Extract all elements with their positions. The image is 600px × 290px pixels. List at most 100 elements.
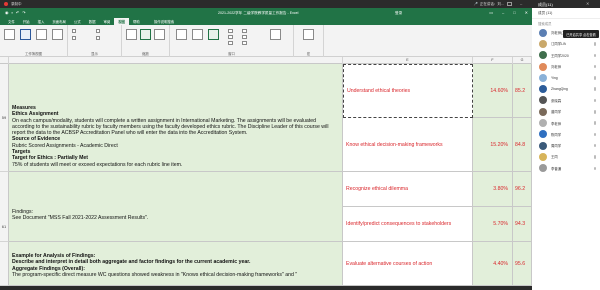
tab-insert[interactable]: 插入 [34,18,49,26]
tab-file[interactable]: 文件 [4,18,19,26]
cell-factor[interactable]: Identify/predict consequences to stakeho… [343,207,473,242]
undo-icon[interactable]: ↶ [16,10,19,15]
column-header-g[interactable]: G [513,57,532,64]
close-panel-icon[interactable]: ✕ [586,1,589,6]
zoom-icon[interactable] [126,29,137,40]
formula-bar-checkbox[interactable] [96,29,100,33]
member-item[interactable]: ZhangQing [532,83,600,94]
cell-findings[interactable]: Findings: See Document "MSS Fall 2021-20… [9,172,343,242]
avatar [539,119,547,128]
member-item[interactable]: Ying [532,72,600,83]
mic-icon [593,155,596,159]
grid-view-icon[interactable] [506,2,512,6]
cell-factor[interactable]: Know ethical decision-making frameworks [343,118,473,172]
split-icon[interactable] [228,29,233,33]
select-all-corner[interactable] [0,57,9,64]
member-item[interactable]: 周同学 [532,140,600,151]
cell-measures[interactable]: Measures Ethics Assignment On each campu… [9,64,343,172]
member-name: 王同学2020 [551,53,569,58]
member-item[interactable]: 陈同学 [532,129,600,140]
tab-formulas[interactable]: 公式 [70,18,85,26]
new-window-icon[interactable] [176,29,187,40]
arrange-all-icon[interactable] [192,29,203,40]
synchronous-scrolling-icon[interactable] [242,35,247,39]
custom-views-icon[interactable] [52,29,63,40]
member-item[interactable]: 李老师 [532,117,600,128]
gridlines-checkbox[interactable] [72,36,76,40]
member-item[interactable]: 王同 [532,151,600,162]
cell-percent-not-met[interactable]: 5.70% [473,207,513,242]
autosave-icon[interactable]: ◉ [5,10,9,15]
mic-icon [593,132,596,137]
member-item[interactable]: 江同学LIN [532,38,600,49]
member-item[interactable]: 李普通 [532,163,600,174]
tell-me-search[interactable]: 操作说明搜索 [150,18,178,26]
freeze-panes-icon[interactable] [208,29,219,40]
tab-data[interactable]: 数据 [85,18,100,26]
row-header-62[interactable] [0,242,9,286]
normal-view-icon[interactable] [4,29,15,40]
cell-percent-met[interactable]: 95.6 [513,242,532,286]
tab-home[interactable]: 开始 [19,18,34,26]
hide-icon[interactable] [228,35,233,39]
zoom-to-selection-icon[interactable] [154,29,165,40]
group-zoom: 缩放 [122,25,170,57]
ribbon-display-icon[interactable]: ▭ [489,10,493,15]
page-layout-view-icon[interactable] [36,29,47,40]
cell-percent-not-met[interactable]: 3.80% [473,172,513,207]
tab-page-layout[interactable]: 页面布局 [48,18,70,26]
cell-percent-not-met[interactable]: 14.60% [473,64,513,118]
macros-icon[interactable] [303,29,314,40]
reset-window-position-icon[interactable] [242,41,247,45]
column-header-f[interactable]: F [473,57,513,64]
switch-windows-icon[interactable] [270,29,281,40]
group-label: 显示 [91,52,98,56]
tab-view[interactable]: 视图 [114,17,130,25]
cell-percent-met[interactable]: 94.3 [513,207,532,242]
minimize-icon[interactable]: – [502,10,504,15]
member-search-input[interactable]: 搜索成员 [532,19,600,27]
unhide-icon[interactable] [228,41,233,45]
maximize-icon[interactable]: □ [513,10,515,15]
save-icon[interactable]: ▪ [12,10,13,15]
excel-titlebar: ◉ ▪ ↶ ↷ 2021-2022学年 二级学院教学质量工作报告 - Excel… [0,8,532,17]
excel-window: ◉ ▪ ↶ ↷ 2021-2022学年 二级学院教学质量工作报告 - Excel… [0,8,532,286]
active-speaker: 🎤 正在讲话：刘... [474,2,504,7]
member-item[interactable]: 刘老师 [532,61,600,72]
avatar [539,51,547,60]
tab-review[interactable]: 审阅 [99,18,114,26]
mic-icon [593,110,596,114]
column-header-d[interactable] [9,57,343,64]
row-header-59[interactable]: 59 [0,64,9,172]
cell-percent-met[interactable]: 84.8 [513,118,532,172]
cell-percent-not-met[interactable]: 15.20% [473,118,513,172]
ruler-checkbox[interactable] [72,29,76,33]
cell-factor[interactable]: Recognize ethical dilemma [343,172,473,207]
column-header-e[interactable]: E [343,57,473,64]
member-item[interactable]: 王同学2020 [532,50,600,61]
avatar [539,96,547,105]
tab-help[interactable]: 帮助 [129,18,144,26]
member-name: 曾同学 [551,110,562,115]
cell-analysis-example[interactable]: Example for Analysis of Findings: Descri… [9,242,343,286]
minimize-meeting-icon[interactable]: – [520,1,522,6]
member-name: 张晓霖 [551,98,562,103]
spreadsheet-grid: E F G 59 Measures Ethics Assignment On e… [0,57,532,286]
member-item[interactable]: 曾同学 [532,106,600,117]
cell-percent-not-met[interactable]: 4.40% [473,242,513,286]
row-header-61[interactable]: 61 [0,172,9,242]
cell-percent-met[interactable]: 85.2 [513,64,532,118]
cell-percent-met[interactable]: 96.2 [513,172,532,207]
sign-in-link[interactable]: 登录 [395,11,402,16]
cell-factor[interactable]: Understand ethical theories [343,64,473,118]
avatar [539,62,547,71]
close-icon[interactable]: ✕ [525,10,528,15]
view-side-by-side-icon[interactable] [242,29,247,33]
zoom-100-icon[interactable] [140,29,151,40]
page-break-preview-icon[interactable] [20,29,31,40]
redo-icon[interactable]: ↷ [22,10,25,15]
headings-checkbox[interactable] [96,36,100,40]
member-item[interactable]: 张晓霖 [532,95,600,106]
avatar [539,152,547,161]
cell-factor[interactable]: Evaluate alternative courses of action [343,242,473,286]
